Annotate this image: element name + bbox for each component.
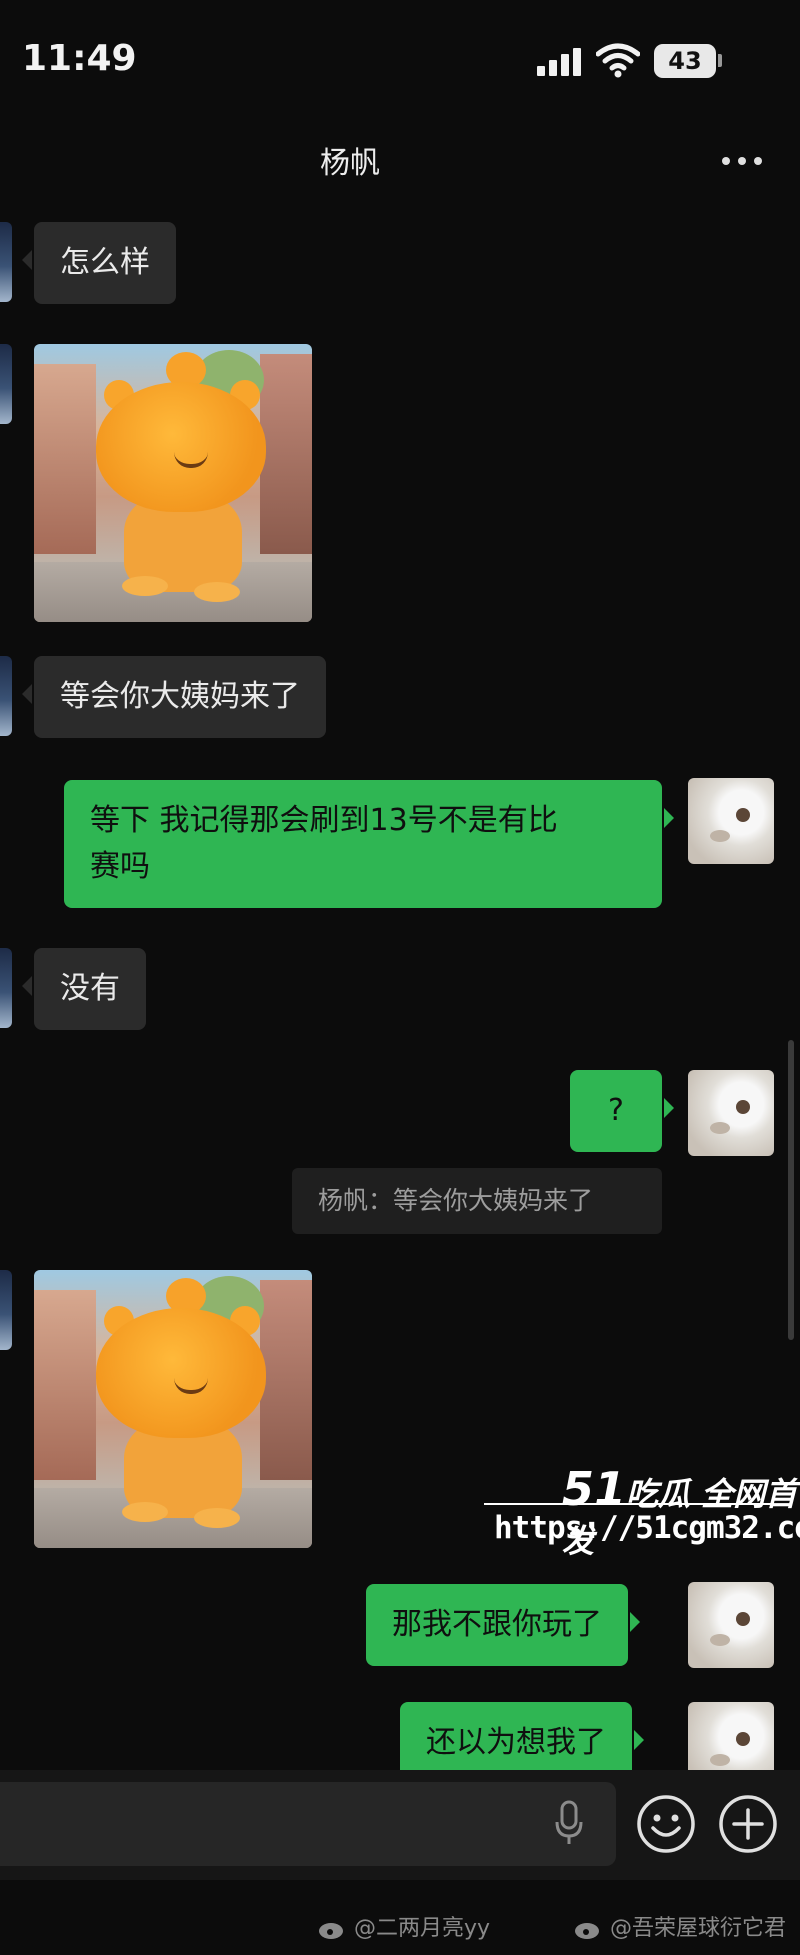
status-time: 11:49 [22,38,137,79]
status-bar: 11:49 43 [0,0,800,120]
outgoing-message[interactable]: 等下 我记得那会刷到13号不是有比 赛吗 [64,780,674,908]
source-credits: @二两月亮yy @吾荣屋球衍它君 [0,1890,800,1955]
credit-left-text: @二两月亮yy [354,1916,491,1941]
chat-title: 杨帆 [320,146,380,181]
battery-tip [718,54,722,67]
quoted-message[interactable]: 杨帆：等会你大姨妈来了 [292,1168,662,1234]
sticker-foot [122,576,168,596]
sticker-building [260,354,312,554]
sticker-foot [194,582,240,602]
orange-hippo-sticker[interactable] [34,344,312,622]
message-line: 赛吗 [90,849,150,884]
wifi-icon [596,43,640,78]
sticker-building [260,1280,312,1480]
credit-right: @吾荣屋球衍它君 [574,1910,786,1942]
sticker-head [96,382,266,512]
plus-icon[interactable] [718,1794,778,1854]
credit-left: @二两月亮yy [318,1910,490,1942]
emoji-icon[interactable] [636,1794,696,1854]
credit-right-text: @吾荣屋球衍它君 [610,1916,787,1941]
watermark-number: 51 [562,1462,627,1516]
chat-scrollbar[interactable] [788,1040,794,1340]
more-options-icon[interactable] [720,154,764,168]
contact-avatar[interactable] [0,948,12,1028]
contact-avatar[interactable] [0,656,12,736]
weibo-icon [575,1923,599,1939]
sticker-foot [194,1508,240,1528]
contact-avatar[interactable] [0,344,12,424]
my-avatar[interactable] [688,778,774,864]
outgoing-message[interactable]: 那我不跟你玩了 [366,1584,640,1666]
cellular-signal-icon [537,46,583,76]
sticker-building [34,364,96,554]
sticker-foot [122,1502,168,1522]
incoming-message[interactable]: 等会你大姨妈来了 [22,656,326,738]
weibo-icon [319,1923,343,1939]
outgoing-message[interactable]: ? [570,1070,674,1152]
sticker-head [96,1308,266,1438]
my-avatar[interactable] [688,1582,774,1668]
my-avatar[interactable] [688,1070,774,1156]
sticker-building [34,1290,96,1480]
battery-indicator: 43 [654,44,716,78]
incoming-message[interactable]: 没有 [22,948,146,1030]
chat-header: 杨帆 [0,120,800,206]
message-input[interactable] [0,1782,616,1866]
incoming-message[interactable]: 怎么样 [22,222,176,304]
orange-hippo-sticker[interactable] [34,1270,312,1548]
contact-avatar[interactable] [0,1270,12,1350]
watermark-url: https://51cgm32.com [494,1510,800,1546]
contact-avatar[interactable] [0,222,12,302]
message-line: 等下 我记得那会刷到13号不是有比 [90,803,558,838]
input-bar [0,1770,800,1880]
microphone-icon[interactable] [554,1800,584,1846]
watermark-divider [484,1503,774,1507]
